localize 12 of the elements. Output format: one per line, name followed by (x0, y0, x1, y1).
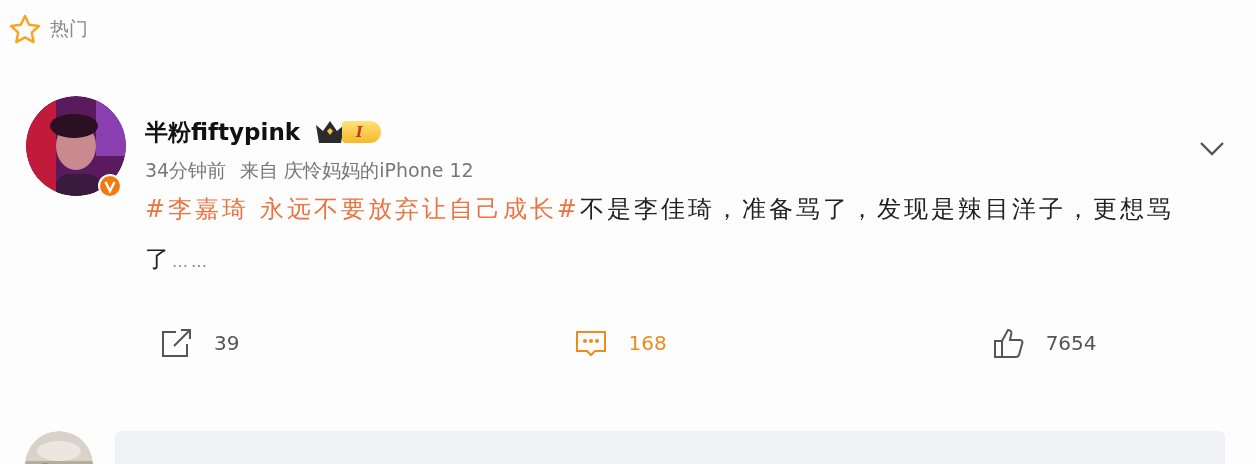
star-icon (8, 13, 42, 45)
section-title: 热门 (50, 16, 88, 41)
share-icon (160, 327, 194, 359)
user-name[interactable]: 半粉fiftypink (145, 116, 301, 148)
share-button[interactable]: 39 (160, 327, 240, 359)
level-badge: I (342, 121, 381, 143)
post-time: 34分钟前 (145, 158, 227, 183)
thumbs-up-icon (991, 327, 1026, 359)
post-text: #李嘉琦 永远不要放弃让自己成长#不是李佳琦，准备骂了，发现是辣目洋子，更想骂了…… (145, 194, 1175, 275)
post-source: 来自 庆怜妈妈的iPhone 12 (240, 158, 474, 183)
like-button[interactable]: 7654 (991, 327, 1097, 359)
chevron-down-icon[interactable] (1198, 140, 1226, 158)
